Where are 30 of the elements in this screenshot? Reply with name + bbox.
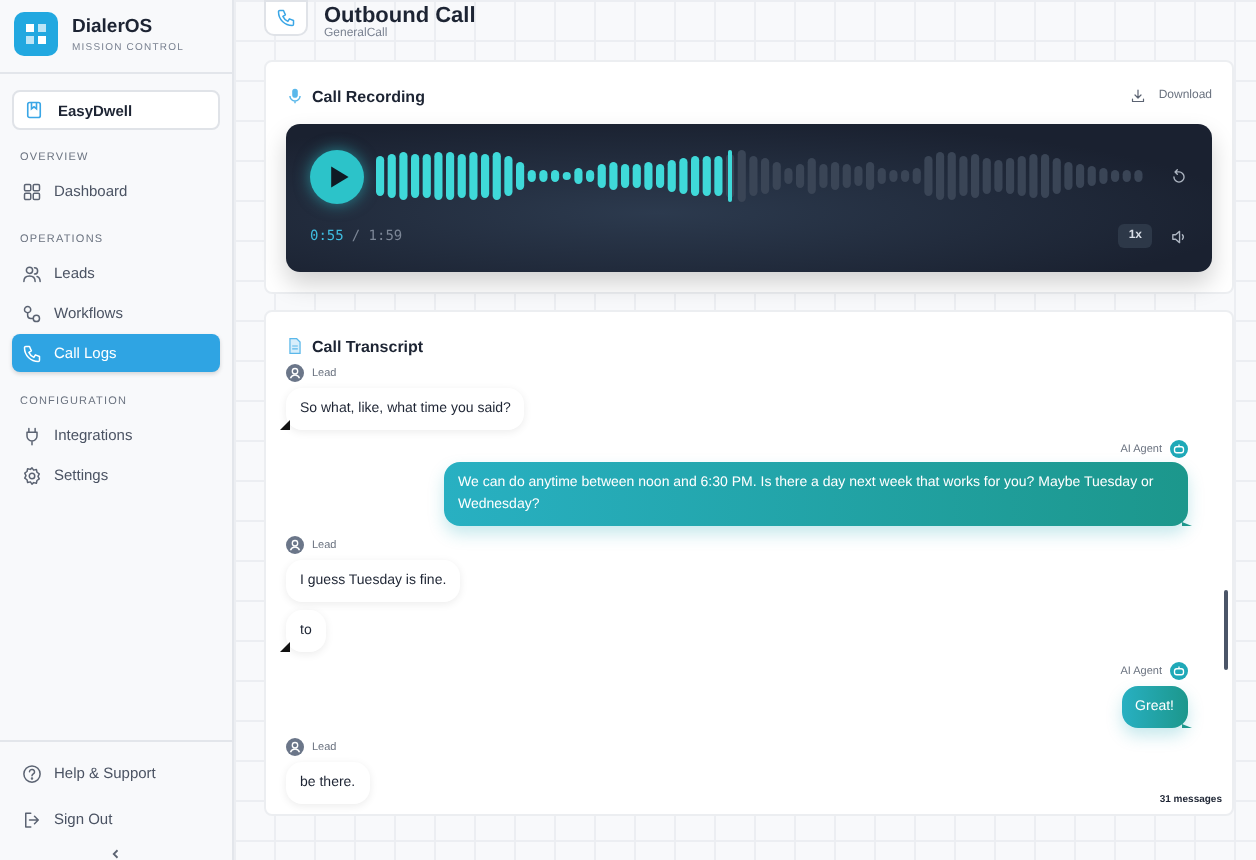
bot-icon — [1170, 440, 1188, 458]
volume-icon[interactable] — [1170, 227, 1188, 245]
sign-out-icon — [22, 809, 42, 829]
brand-name: DialerOS — [72, 15, 155, 37]
phone-icon — [276, 8, 296, 28]
card-title: Call Recording — [312, 87, 427, 105]
plug-icon — [22, 425, 42, 445]
settings-icon — [22, 465, 42, 485]
help-icon — [22, 763, 42, 783]
workflow-icon — [22, 303, 42, 323]
bookmark-icon — [24, 100, 44, 120]
phone-icon — [22, 343, 42, 363]
grid-icon — [22, 181, 42, 201]
waveform-drawing[interactable] — [376, 148, 1146, 204]
card-title: Call Transcript — [312, 337, 426, 355]
avatar-icon — [286, 364, 304, 382]
replay-icon[interactable] — [1170, 167, 1188, 185]
playhead[interactable] — [728, 150, 733, 202]
scrollbar[interactable] — [1224, 590, 1228, 670]
page-title: Outbound Call — [324, 4, 476, 28]
download-icon — [1130, 88, 1147, 104]
document-icon — [286, 336, 304, 356]
collapse-icon[interactable] — [110, 848, 122, 860]
bot-icon — [1170, 662, 1188, 680]
avatar-icon — [286, 738, 304, 756]
play-button[interactable] — [310, 149, 364, 203]
microphone-icon — [286, 86, 304, 106]
users-icon — [22, 263, 42, 283]
avatar-icon — [286, 536, 304, 554]
logo-icon — [14, 12, 58, 56]
